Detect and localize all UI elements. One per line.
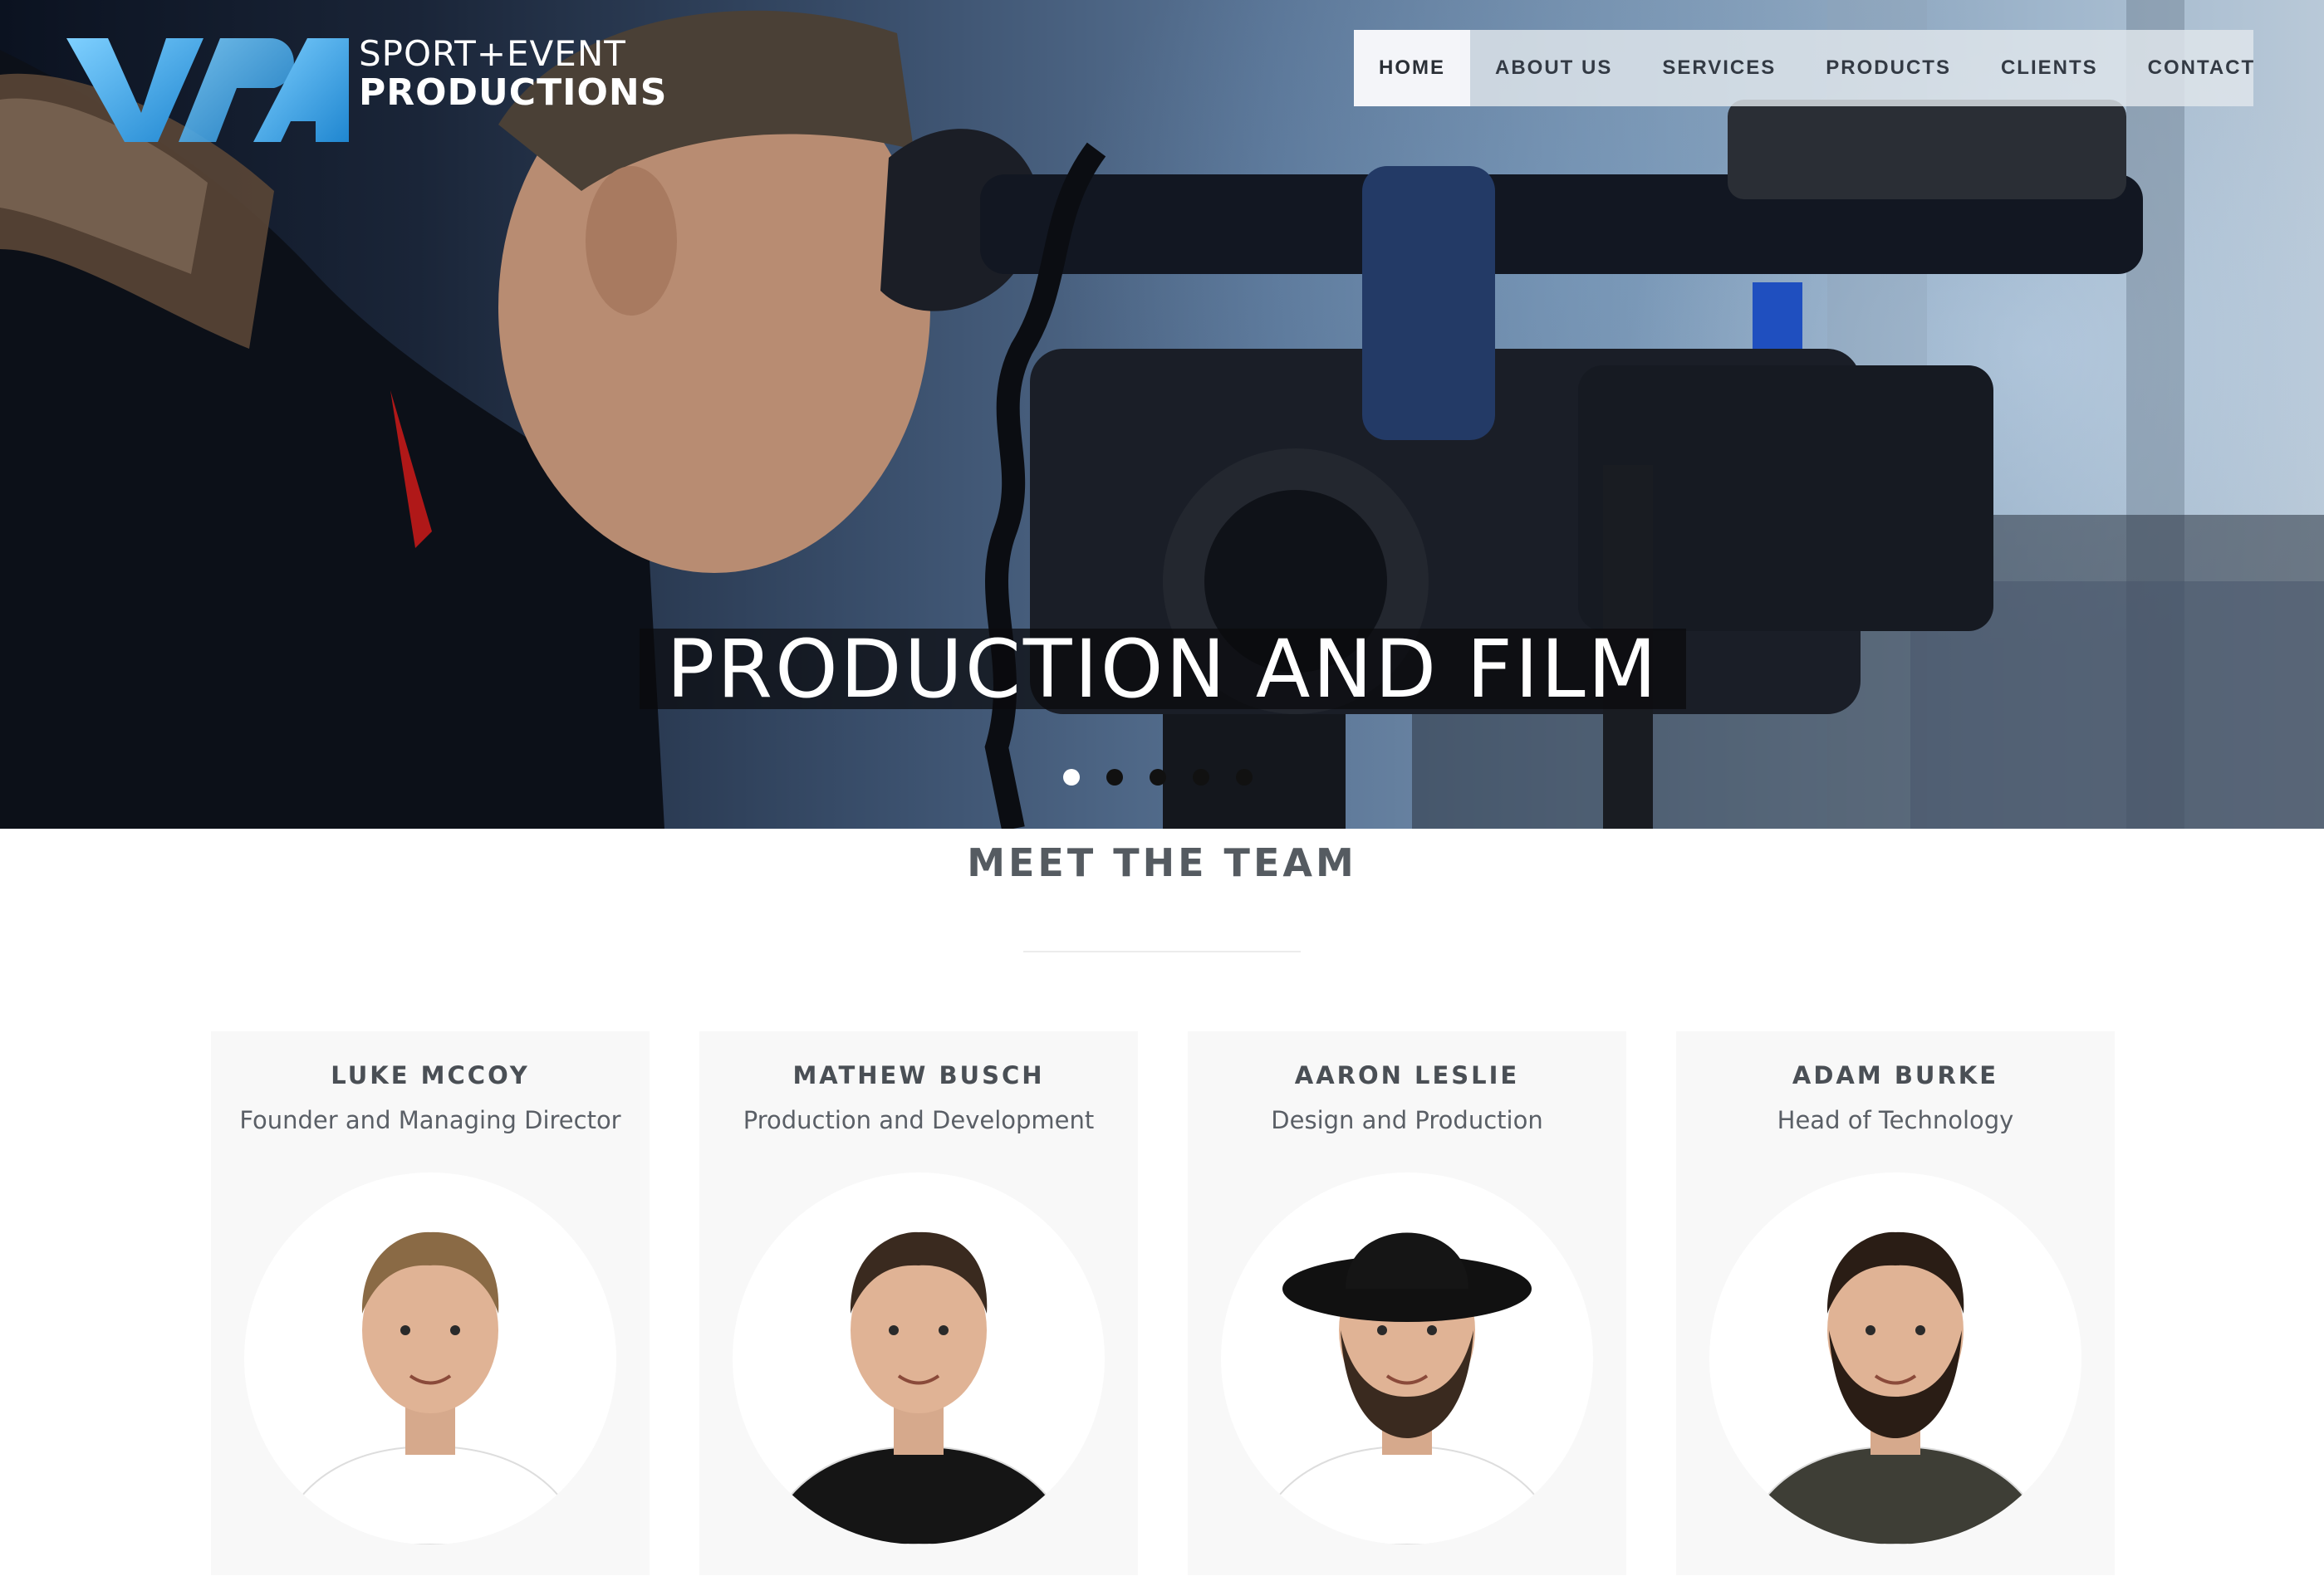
team-member-role: Production and Development (743, 1106, 1095, 1134)
team-member-photo (733, 1172, 1105, 1544)
main-nav: HOME ABOUT US SERVICES PRODUCTS CLIENTS … (1354, 30, 2253, 106)
team-card: AARON LESLIE Design and Production (1188, 1031, 1626, 1575)
team-member-photo (244, 1172, 616, 1544)
team-card: MATHEW BUSCH Production and Development (699, 1031, 1138, 1575)
team-member-role: Head of Technology (1777, 1106, 2014, 1134)
nav-item-home[interactable]: HOME (1354, 30, 1470, 106)
slider-dot-1[interactable] (1063, 769, 1080, 786)
slider-dot-2[interactable] (1106, 769, 1123, 786)
nav-item-clients[interactable]: CLIENTS (1976, 30, 2123, 106)
team-card: ADAM BURKE Head of Technology (1676, 1031, 2115, 1575)
slider-pagination (1063, 769, 1253, 786)
team-card: LUKE MCCOY Founder and Managing Director (211, 1031, 650, 1575)
section-divider (1023, 951, 1301, 952)
team-member-name: AARON LESLIE (1294, 1061, 1520, 1089)
hero-slider: SPORT+EVENT PRODUCTIONS HOME ABOUT US SE… (0, 0, 2324, 829)
slider-dot-4[interactable] (1193, 769, 1209, 786)
vpa-logo-mark (66, 38, 349, 142)
team-member-role: Founder and Managing Director (239, 1106, 621, 1134)
nav-item-products[interactable]: PRODUCTS (1801, 30, 1976, 106)
slider-dot-5[interactable] (1236, 769, 1253, 786)
slide-caption: PRODUCTION AND FILM (640, 629, 1686, 709)
slide-caption-text: PRODUCTION AND FILM (666, 622, 1660, 716)
brand-logo[interactable]: SPORT+EVENT PRODUCTIONS (66, 30, 666, 146)
logo-text-line2: PRODUCTIONS (359, 71, 668, 114)
nav-item-contact[interactable]: CONTACT (2123, 30, 2281, 106)
section-title: MEET THE TEAM (967, 840, 1357, 885)
team-member-photo (1709, 1172, 2081, 1544)
team-member-role: Design and Production (1271, 1106, 1543, 1134)
nav-item-about-us[interactable]: ABOUT US (1470, 30, 1637, 106)
team-member-name: LUKE MCCOY (331, 1061, 530, 1089)
logo-text-line1: SPORT+EVENT (359, 33, 626, 74)
nav-item-services[interactable]: SERVICES (1637, 30, 1801, 106)
team-member-name: ADAM BURKE (1792, 1061, 1999, 1089)
team-member-photo (1221, 1172, 1593, 1544)
slider-dot-3[interactable] (1150, 769, 1166, 786)
team-member-name: MATHEW BUSCH (792, 1061, 1045, 1089)
